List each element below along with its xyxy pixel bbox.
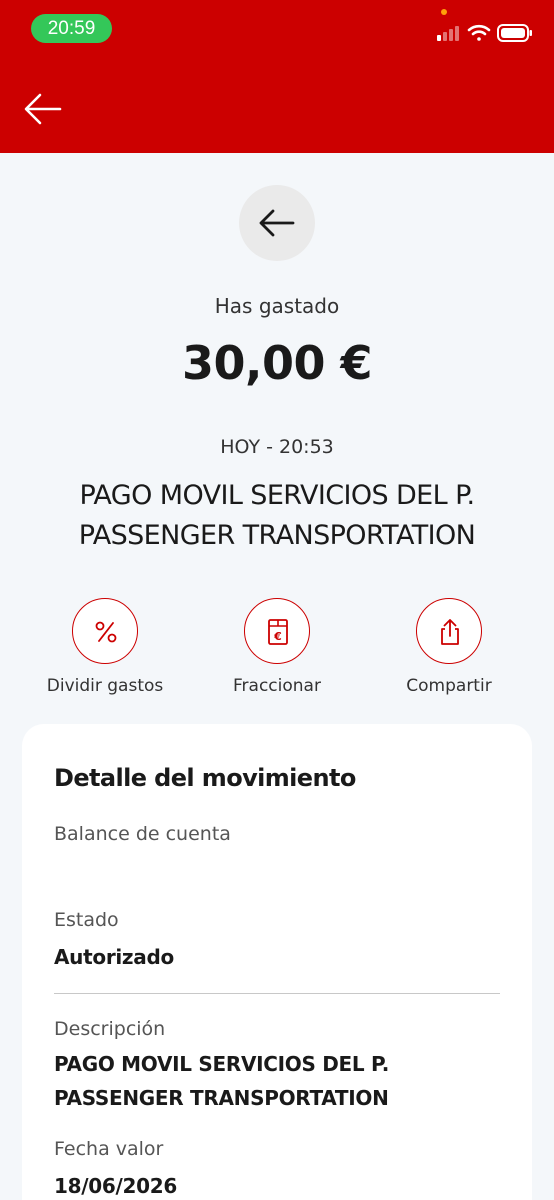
split-expenses-label: Dividir gastos xyxy=(46,676,164,696)
spent-label: Has gastado xyxy=(214,294,340,318)
transaction-datetime: HOY - 20:53 xyxy=(220,436,334,458)
description-line-1: PAGO MOVIL SERVICIOS DEL P. xyxy=(54,1052,390,1076)
share-label: Compartir xyxy=(406,676,492,696)
split-expenses-button[interactable]: Dividir gastos xyxy=(30,598,180,696)
value-date: 18/06/2026 xyxy=(54,1174,177,1198)
wifi-icon xyxy=(467,24,491,41)
section-divider xyxy=(54,993,500,994)
signal-icon xyxy=(437,26,459,41)
top-app-bar: 20:59 xyxy=(0,0,554,153)
value-date-label: Fecha valor xyxy=(54,1138,164,1160)
transaction-amount: 30,00 € xyxy=(181,336,373,390)
percent-icon xyxy=(95,621,117,643)
merchant-line-2: PASSENGER TRANSPORTATION xyxy=(78,520,476,551)
header-back-arrow-icon[interactable] xyxy=(22,88,64,130)
status-value: Autorizado xyxy=(54,945,174,969)
share-ring xyxy=(416,598,482,664)
account-balance-label: Balance de cuenta xyxy=(54,823,231,845)
euro-receipt-icon: € xyxy=(268,619,288,645)
split-expenses-ring xyxy=(72,598,138,664)
installments-button[interactable]: € Fraccionar xyxy=(202,598,352,696)
merchant-name: PAGO MOVIL SERVICIOS DEL P. PASSENGER TR… xyxy=(0,476,554,556)
installments-ring: € xyxy=(244,598,310,664)
description-value: PAGO MOVIL SERVICIOS DEL P. PASSENGER TR… xyxy=(54,1047,389,1115)
share-icon xyxy=(441,619,459,645)
movement-detail-title: Detalle del movimiento xyxy=(54,764,356,792)
status-label: Estado xyxy=(54,909,119,931)
privacy-indicator-dot xyxy=(441,9,447,15)
back-circle-button[interactable] xyxy=(239,185,315,261)
svg-text:€: € xyxy=(273,630,282,643)
share-button[interactable]: Compartir xyxy=(374,598,524,696)
battery-icon xyxy=(497,24,532,42)
back-arrow-icon xyxy=(259,209,295,237)
movement-detail-card: Detalle del movimiento Balance de cuenta… xyxy=(22,724,532,1200)
status-bar-icons xyxy=(437,24,532,42)
merchant-line-1: PAGO MOVIL SERVICIOS DEL P. xyxy=(79,480,475,511)
description-line-2: PASSENGER TRANSPORTATION xyxy=(54,1086,389,1110)
description-label: Descripción xyxy=(54,1018,166,1040)
installments-label: Fraccionar xyxy=(233,676,321,696)
status-bar-time: 20:59 xyxy=(31,14,112,43)
